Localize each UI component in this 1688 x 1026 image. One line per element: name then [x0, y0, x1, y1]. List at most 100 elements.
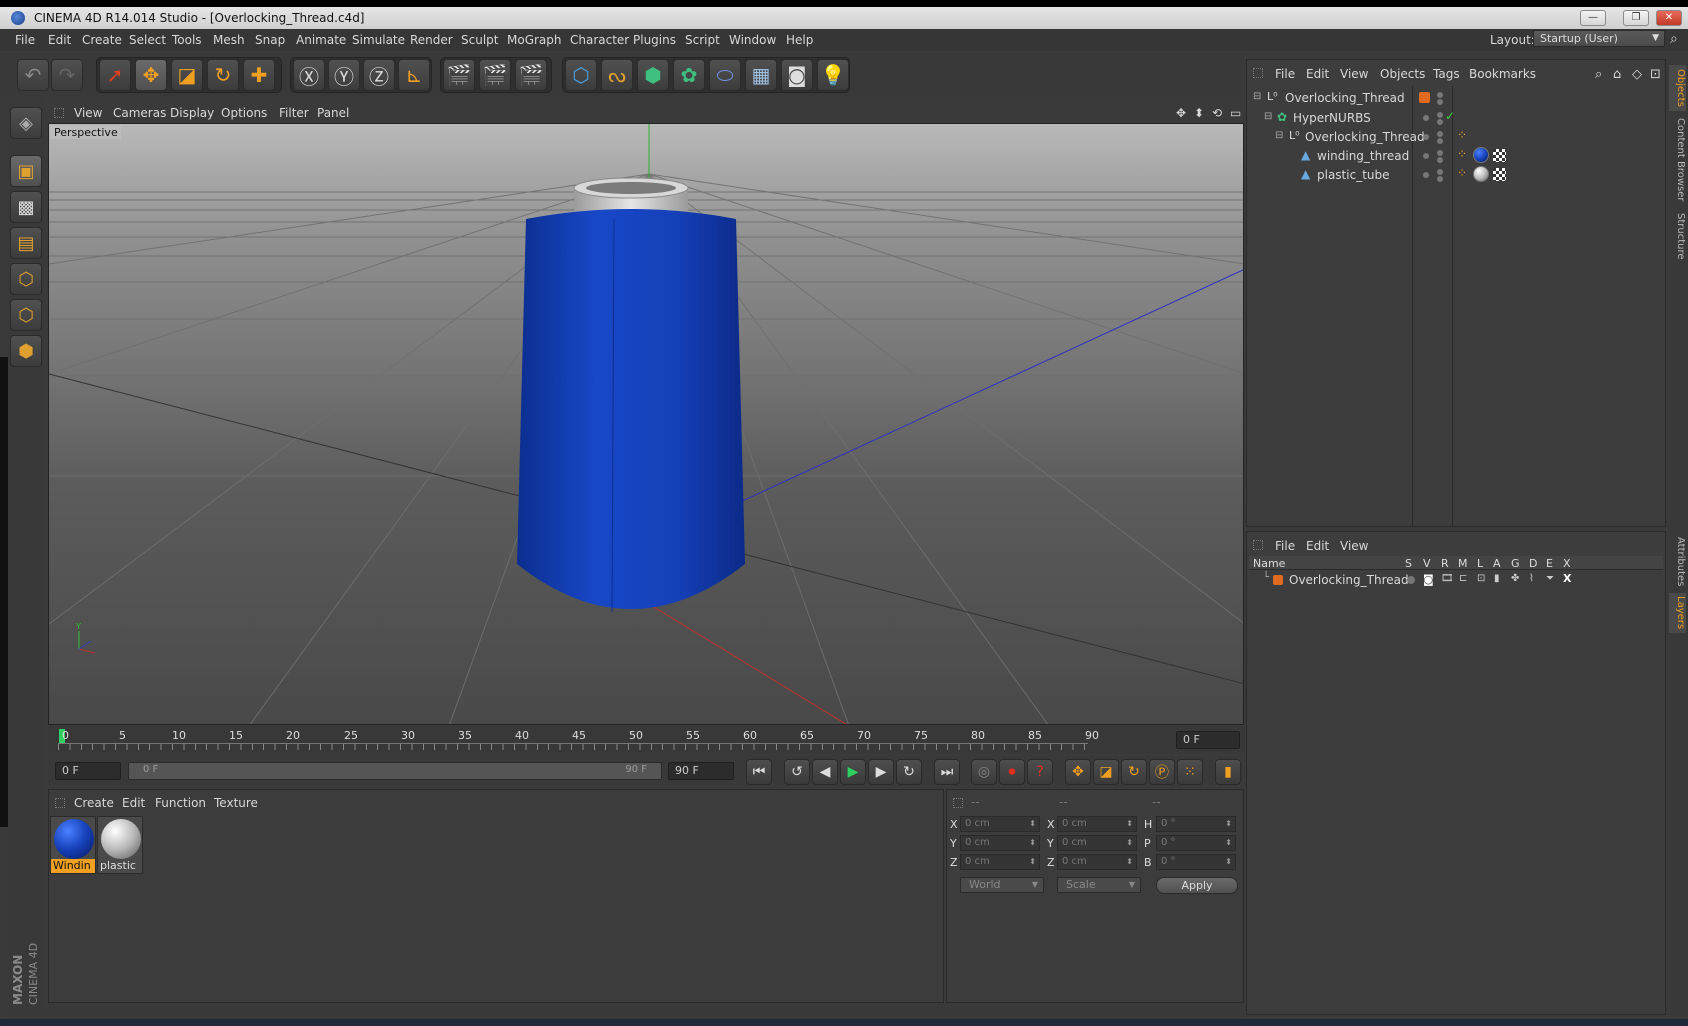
- material-tag-icon[interactable]: [1473, 147, 1489, 163]
- menu-window[interactable]: Window: [729, 33, 776, 47]
- objects-menu-tags[interactable]: Tags: [1433, 67, 1460, 81]
- objects-menu-objects[interactable]: Objects: [1380, 67, 1425, 81]
- uvw-tag-icon[interactable]: [1493, 168, 1506, 181]
- object-row[interactable]: ⊟ L⁰ Overlocking_Thread: [1247, 88, 1665, 107]
- layer-col-xref[interactable]: X: [1563, 557, 1571, 570]
- tab-objects[interactable]: Objects: [1669, 65, 1686, 111]
- points-mode-icon[interactable]: ⬡: [10, 263, 42, 295]
- material-menu-edit[interactable]: Edit: [122, 796, 145, 810]
- perspective-viewport[interactable]: Y Perspective: [48, 123, 1244, 725]
- collapse-icon[interactable]: ⊟: [1275, 130, 1283, 141]
- layer-col-name[interactable]: Name: [1253, 557, 1285, 570]
- object-row[interactable]: ▲ winding_thread ⁘: [1247, 146, 1665, 165]
- position-y-field[interactable]: 0 cm ⬍: [960, 835, 1040, 851]
- record-scale-icon[interactable]: ◪: [1093, 759, 1119, 785]
- viewport-menu-cameras[interactable]: Cameras: [113, 106, 166, 120]
- home-icon[interactable]: ⌂: [1613, 67, 1621, 82]
- viewport-menu-display[interactable]: Display: [170, 106, 214, 120]
- new-window-icon[interactable]: ⊡: [1650, 67, 1661, 82]
- move-tool-icon[interactable]: ✥: [135, 59, 167, 91]
- cube-icon[interactable]: ⬡: [565, 59, 597, 91]
- undo-icon[interactable]: ↶: [17, 59, 49, 91]
- layer-col-animation[interactable]: A: [1493, 557, 1501, 570]
- layers-menu-view[interactable]: View: [1340, 539, 1368, 553]
- viewport-menu-options[interactable]: Options: [221, 106, 267, 120]
- array-icon[interactable]: ✿: [673, 59, 705, 91]
- record-position-icon[interactable]: ✥: [1065, 759, 1091, 785]
- rotation-h-field[interactable]: 0 ° ⬍: [1156, 816, 1236, 832]
- object-row[interactable]: ⊟ L⁰ Overlocking_Thread ⁘: [1247, 127, 1665, 146]
- nurbs-icon[interactable]: ⬢: [637, 59, 669, 91]
- z-axis-icon[interactable]: Ⓩ: [363, 59, 395, 91]
- search-icon[interactable]: ⌕: [1670, 31, 1678, 47]
- layer-col-solo[interactable]: S: [1405, 557, 1412, 570]
- position-z-field[interactable]: 0 cm ⬍: [960, 854, 1040, 870]
- generator-icon[interactable]: ✤: [1511, 573, 1519, 584]
- start-frame-field[interactable]: 0 F: [55, 762, 121, 780]
- record-pla-icon[interactable]: ⁙: [1177, 759, 1203, 785]
- toggle-view-icon[interactable]: ▭: [1230, 106, 1241, 120]
- record-keys-icon[interactable]: ◎: [971, 759, 997, 785]
- layer-col-locked[interactable]: L: [1477, 557, 1483, 570]
- menu-file[interactable]: File: [15, 33, 35, 47]
- workplane-icon[interactable]: ▤: [10, 227, 42, 259]
- menu-tools[interactable]: Tools: [172, 33, 202, 47]
- menu-select[interactable]: Select: [129, 33, 166, 47]
- coordinate-mode-select[interactable]: World ▼: [960, 877, 1044, 893]
- rotation-b-field[interactable]: 0 ° ⬍: [1156, 854, 1236, 870]
- material-thumbnail-winding[interactable]: Windin: [50, 816, 96, 874]
- scale-tool-icon[interactable]: ◪: [171, 59, 203, 91]
- tab-attributes[interactable]: Attributes: [1669, 535, 1686, 589]
- render-icon[interactable]: 🎞: [1441, 573, 1454, 584]
- render-view-icon[interactable]: 🎬: [443, 59, 475, 91]
- go-to-start-icon[interactable]: ⏮: [746, 759, 772, 785]
- menu-animate[interactable]: Animate: [296, 33, 346, 47]
- objects-menu-file[interactable]: File: [1275, 67, 1295, 81]
- menu-plugins[interactable]: Plugins: [633, 33, 676, 47]
- layer-col-manager[interactable]: M: [1458, 557, 1468, 570]
- edges-mode-icon[interactable]: ⬡: [10, 299, 42, 331]
- phong-tag-icon[interactable]: ⁘: [1457, 147, 1467, 161]
- restore-button[interactable]: ❐: [1623, 10, 1649, 26]
- menu-sculpt[interactable]: Sculpt: [461, 33, 498, 47]
- collapse-icon[interactable]: ⊟: [1253, 91, 1261, 102]
- next-frame-icon[interactable]: ▶: [868, 759, 894, 785]
- solo-toggle[interactable]: [1407, 576, 1415, 584]
- model-mode-icon[interactable]: ▣: [10, 155, 42, 187]
- layer-row[interactable]: └ Overlocking_Thread ◙ 🎞 ⊏ ⊡ ▮ ✤ ⌇ ⏷ X: [1249, 572, 1663, 588]
- viewport-menu-panel[interactable]: Panel: [317, 106, 349, 120]
- play-icon[interactable]: ▶: [840, 759, 866, 785]
- material-thumbnail-plastic[interactable]: plastic: [97, 816, 143, 874]
- deformer-icon[interactable]: ⬭: [709, 59, 741, 91]
- minimize-button[interactable]: —: [1580, 10, 1606, 26]
- position-x-field[interactable]: 0 cm ⬍: [960, 816, 1040, 832]
- tab-layers[interactable]: Layers: [1669, 593, 1686, 633]
- apply-button[interactable]: Apply: [1156, 877, 1238, 894]
- menu-render[interactable]: Render: [410, 33, 453, 47]
- render-picture-viewer-icon[interactable]: 🎬: [479, 59, 511, 91]
- render-settings-icon[interactable]: 🎬: [515, 59, 547, 91]
- layer-col-render[interactable]: R: [1441, 557, 1449, 570]
- expression-icon[interactable]: ⏷: [1546, 573, 1554, 584]
- object-row[interactable]: ⊟ ✿ HyperNURBS ✓: [1247, 108, 1665, 127]
- layer-col-expressions[interactable]: E: [1546, 557, 1553, 570]
- coordinate-system-icon[interactable]: ⊾: [398, 59, 430, 91]
- rotation-p-field[interactable]: 0 ° ⬍: [1156, 835, 1236, 851]
- previous-key-icon[interactable]: ↺: [784, 759, 810, 785]
- preview-range-slider[interactable]: 0 F 90 F: [128, 762, 662, 780]
- up-icon[interactable]: ◇: [1632, 67, 1642, 82]
- go-to-end-icon[interactable]: ⏭: [934, 759, 960, 785]
- light-icon[interactable]: 💡: [817, 59, 849, 91]
- tab-content-browser[interactable]: Content Browser: [1669, 115, 1686, 205]
- objects-menu-edit[interactable]: Edit: [1306, 67, 1329, 81]
- redo-icon[interactable]: ↷: [51, 59, 83, 91]
- material-menu-create[interactable]: Create: [74, 796, 114, 810]
- timeline-ruler[interactable]: 0 5 10 15 20 25 30 35 40 45 50 55 60 65 …: [48, 727, 1244, 753]
- rotate-view-icon[interactable]: ⟲: [1212, 106, 1222, 120]
- previous-frame-icon[interactable]: ◀: [812, 759, 838, 785]
- size-x-field[interactable]: 0 cm ⬍: [1057, 816, 1137, 832]
- layer-col-generators[interactable]: G: [1511, 557, 1520, 570]
- manager-icon[interactable]: ⊏: [1459, 573, 1467, 584]
- keyframe-selection-icon[interactable]: ?: [1027, 759, 1053, 785]
- x-axis-icon[interactable]: Ⓧ: [293, 59, 325, 91]
